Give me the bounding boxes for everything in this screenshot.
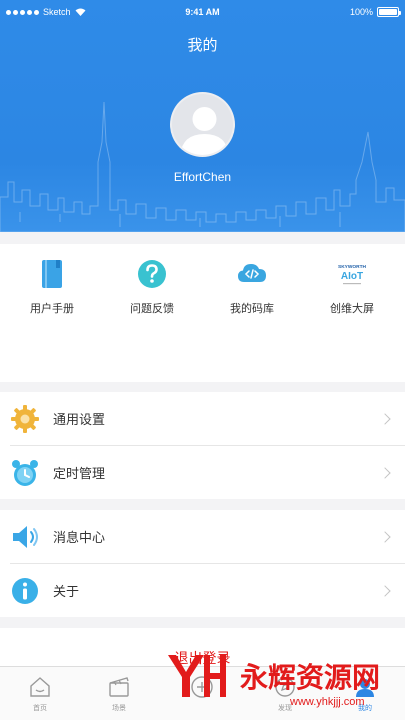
status-bar: Sketch 9:41 AM 100% — [0, 0, 405, 24]
book-icon — [42, 260, 62, 288]
quick-action-label: 用户手册 — [30, 303, 74, 315]
tab-bar: 首页 场景 发现 我的 — [0, 666, 405, 720]
logout-button[interactable]: 退出登录 — [0, 628, 405, 666]
profile-icon — [356, 679, 374, 697]
battery-icon — [377, 7, 401, 17]
settings-group-general: 通用设置 定时管理 — [0, 392, 405, 499]
settings-label: 消息中心 — [53, 530, 106, 545]
chevron-right-icon — [379, 584, 391, 597]
username[interactable]: EffortChen — [0, 170, 405, 184]
cloud-code-icon — [238, 264, 266, 282]
speaker-icon — [13, 525, 38, 548]
settings-row-about[interactable]: 关于 — [0, 564, 405, 617]
tab-home[interactable]: 首页 — [10, 675, 70, 713]
tab-label: 发现 — [278, 705, 292, 712]
tab-label: 场景 — [112, 705, 126, 712]
quick-action-label: 创维大屏 — [330, 303, 374, 315]
tab-label: 我的 — [358, 705, 372, 712]
settings-group-info: 消息中心 关于 — [0, 510, 405, 617]
alarm-clock-icon — [12, 459, 38, 486]
settings-label: 定时管理 — [53, 466, 106, 481]
svg-text:SKYWORTH: SKYWORTH — [338, 264, 367, 270]
svg-text:AIoT: AIoT — [341, 271, 363, 282]
chevron-right-icon — [379, 412, 391, 425]
question-icon — [138, 260, 166, 288]
quick-action-label: 问题反馈 — [130, 303, 174, 315]
tab-label: 首页 — [33, 705, 47, 712]
status-time: 9:41 AM — [185, 7, 220, 17]
settings-row-timer[interactable]: 定时管理 — [0, 446, 405, 499]
page-title: 我的 — [187, 37, 218, 54]
quick-actions-panel: 用户手册 问题反馈 我的码库 SKYWORTH AIoT 创维大屏 — [0, 244, 405, 382]
settings-label: 关于 — [53, 584, 80, 599]
avatar[interactable] — [170, 92, 235, 157]
home-icon — [30, 677, 50, 697]
quick-action-skyworth-screen[interactable]: SKYWORTH AIoT 创维大屏 — [312, 258, 392, 316]
tab-scene[interactable]: 场景 — [89, 675, 149, 713]
quick-action-code-library[interactable]: 我的码库 — [212, 258, 292, 316]
discover-icon — [275, 677, 295, 697]
quick-action-feedback[interactable]: 问题反馈 — [112, 258, 192, 316]
logout-label: 退出登录 — [174, 650, 231, 666]
chevron-right-icon — [379, 466, 391, 479]
skyworth-logo: SKYWORTH AIoT — [336, 258, 368, 290]
tab-profile[interactable]: 我的 — [335, 675, 395, 713]
info-icon — [12, 577, 38, 604]
chevron-right-icon — [379, 530, 391, 543]
gear-icon — [11, 404, 39, 433]
settings-row-messages[interactable]: 消息中心 — [0, 510, 405, 563]
profile-header: Sketch 9:41 AM 100% 我的 EffortChen — [0, 0, 405, 232]
tab-add[interactable] — [172, 675, 232, 703]
quick-action-user-manual[interactable]: 用户手册 — [12, 258, 92, 316]
quick-action-label: 我的码库 — [230, 303, 274, 315]
add-icon — [191, 676, 213, 698]
settings-label: 通用设置 — [53, 412, 106, 427]
scene-icon — [109, 677, 129, 697]
settings-row-general[interactable]: 通用设置 — [0, 392, 405, 445]
tab-discover[interactable]: 发现 — [255, 675, 315, 713]
